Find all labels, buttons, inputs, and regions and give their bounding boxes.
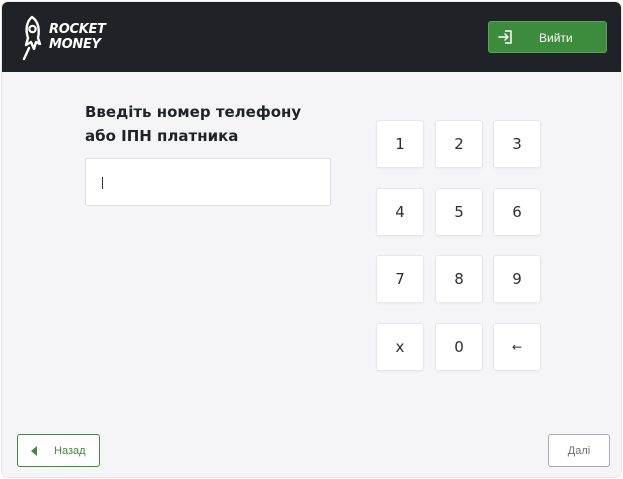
keypad-key-8[interactable]: 8 xyxy=(435,255,483,303)
rocket-icon xyxy=(22,15,42,61)
keypad-key-5[interactable]: 5 xyxy=(435,188,483,236)
keypad-key-clear[interactable]: x xyxy=(376,323,424,371)
sign-in-icon xyxy=(498,30,512,44)
next-button[interactable]: Далі xyxy=(548,434,610,467)
text-cursor xyxy=(102,177,103,189)
exit-button-label: Вийти xyxy=(539,31,573,45)
logo-line-2: MONEY xyxy=(49,37,101,52)
keypad-key-4[interactable]: 4 xyxy=(376,188,424,236)
header-bar: ROCKET MONEY Вийти xyxy=(2,2,621,72)
kiosk-screen: ROCKET MONEY Вийти Введіть номер телефон… xyxy=(1,1,622,478)
logo-text: ROCKET MONEY xyxy=(49,22,106,52)
keypad-key-6[interactable]: 6 xyxy=(493,188,541,236)
keypad-key-2[interactable]: 2 xyxy=(435,120,483,168)
rocket-money-logo: ROCKET MONEY xyxy=(18,15,128,61)
back-button-label: Назад xyxy=(54,445,86,457)
keypad-key-backspace[interactable]: ← xyxy=(493,323,541,371)
page-title: Введіть номер телефону або ІПН платника xyxy=(85,100,345,148)
title-line-1: Введіть номер телефону xyxy=(85,103,302,121)
back-button[interactable]: Назад xyxy=(17,434,100,467)
phone-or-tax-id-input[interactable] xyxy=(85,158,331,206)
logo-line-1: ROCKET xyxy=(49,22,106,37)
keypad-key-0[interactable]: 0 xyxy=(435,323,483,371)
keypad-key-3[interactable]: 3 xyxy=(493,120,541,168)
triangle-left-icon xyxy=(31,446,37,456)
keypad-key-7[interactable]: 7 xyxy=(376,255,424,303)
title-line-2: або ІПН платника xyxy=(85,127,239,145)
next-button-label: Далі xyxy=(567,445,591,457)
exit-button[interactable]: Вийти xyxy=(488,21,607,53)
keypad-key-1[interactable]: 1 xyxy=(376,120,424,168)
keypad-key-9[interactable]: 9 xyxy=(493,255,541,303)
